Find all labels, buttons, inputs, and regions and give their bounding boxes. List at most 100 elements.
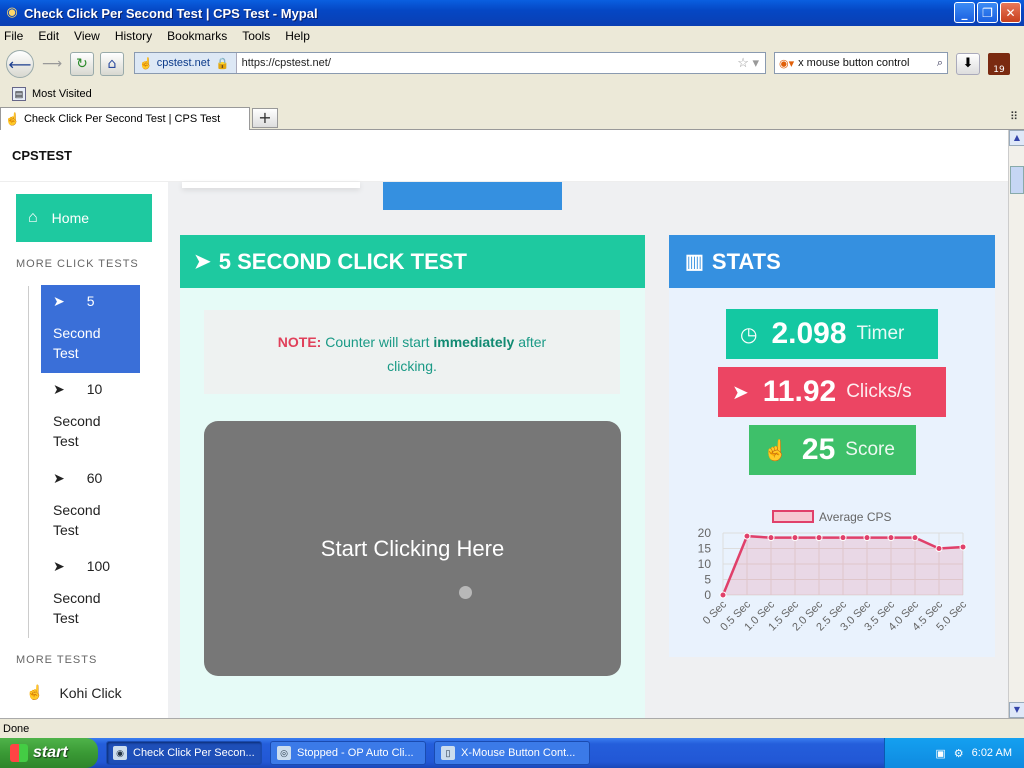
addon-icon[interactable]: 19 — [988, 53, 1010, 75]
sidebar-item-label: Second — [53, 502, 101, 518]
bookmark-star-icon[interactable]: ☆ ▾ — [737, 55, 765, 71]
top-card-remnant — [182, 182, 360, 188]
data-point — [743, 532, 751, 540]
scroll-down-icon[interactable]: ▼ — [1009, 702, 1024, 718]
y-tick-label: 5 — [704, 573, 711, 587]
sidebar-item-number: 60 — [86, 470, 103, 486]
sidebar-item-60-second[interactable]: ➤ 60 Second Test — [41, 462, 140, 550]
hand-pointer-icon: ☝ — [26, 684, 44, 700]
top-blue-button[interactable] — [383, 182, 562, 210]
menu-edit[interactable]: Edit — [38, 29, 59, 43]
maximize-button[interactable]: ❐ — [977, 2, 998, 23]
window-titlebar: ◉ Check Click Per Second Test | CPS Test… — [0, 0, 1024, 26]
url-bar[interactable]: ☝ cpstest.net 🔒 https://cpstest.net/ ☆ ▾ — [134, 52, 766, 74]
clock[interactable]: 6:02 AM — [972, 747, 1012, 759]
clock-icon: ◷ — [740, 323, 758, 346]
sidebar-item-label: Test — [53, 345, 79, 361]
cursor-icon: ➤ — [53, 470, 65, 486]
clicks-stat: ➤ 11.92 Clicks/s — [718, 367, 946, 417]
menu-file[interactable]: File — [4, 29, 23, 43]
addon-badge: 19 — [993, 65, 1005, 75]
taskbar-item-autoclicker[interactable]: ◎ Stopped - OP Auto Cli... — [270, 741, 426, 765]
bar-chart-icon: ▥ — [685, 251, 704, 273]
home-button[interactable]: ⌂ — [100, 52, 124, 76]
page-viewport: CPSTEST ⌂ Home MORE CLICK TESTS ➤ 5 Secon… — [0, 130, 1008, 718]
clicks-value: 11.92 — [762, 375, 837, 408]
click-area[interactable]: Start Clicking Here — [204, 421, 621, 676]
scroll-thumb[interactable] — [1010, 166, 1024, 194]
click-test-header: ➤ 5 SECOND CLICK TEST — [180, 235, 645, 288]
taskbar-item-xmouse[interactable]: ▯ X-Mouse Button Cont... — [434, 741, 590, 765]
sidebar-item-number: 5 — [86, 293, 95, 309]
scroll-up-icon[interactable]: ▲ — [1009, 130, 1024, 146]
tray-icon-shield[interactable]: ▣ — [935, 747, 945, 760]
back-button[interactable]: ⟵ — [6, 50, 34, 78]
search-bar[interactable]: ◉▾ x mouse button control ⌕ — [774, 52, 948, 74]
start-clicking-label: Start Clicking Here — [320, 535, 505, 561]
site-header: CPSTEST — [0, 130, 1008, 182]
xmouse-icon: ▯ — [441, 746, 455, 760]
data-point — [767, 534, 775, 542]
sidebar-item-number: 100 — [86, 558, 111, 574]
legend-swatch — [772, 510, 814, 523]
url-text[interactable]: https://cpstest.net/ — [237, 57, 738, 69]
sidebar-item-label: Test — [53, 433, 79, 449]
note-text: Counter will start — [325, 334, 430, 350]
score-stat: ☝ 25 Score — [749, 425, 916, 475]
stats-header: ▥ STATS — [669, 235, 995, 288]
tab-strip: ☝ Check Click Per Second Test | CPS Test… — [0, 106, 1024, 130]
sidebar-kohi-label: Kohi Click — [59, 684, 122, 701]
system-tray: ▣ ⚙ 6:02 AM — [884, 738, 1024, 768]
menu-bar: File Edit View History Bookmarks Tools H… — [0, 26, 1024, 46]
browser-icon: ◉ — [113, 746, 127, 760]
sidebar-item-label: Second — [53, 590, 101, 606]
start-button[interactable]: ⊞ start — [0, 738, 98, 768]
site-icon: ☝ — [139, 57, 153, 70]
search-engine-icon[interactable]: ◉▾ — [779, 57, 794, 70]
sidebar-item-home[interactable]: ⌂ Home — [16, 194, 152, 242]
search-input[interactable]: x mouse button control — [798, 57, 937, 69]
tray-icon-network[interactable]: ⚙ — [954, 747, 964, 760]
sidebar-item-kohi-click[interactable]: ☝ Kohi Click — [26, 684, 122, 701]
cursor-icon: ➤ — [53, 381, 65, 397]
menu-history[interactable]: History — [115, 29, 152, 43]
tab-list-icon[interactable]: ⠿ — [1010, 110, 1018, 123]
search-icon[interactable]: ⌕ — [937, 57, 943, 70]
click-test-title: 5 SECOND CLICK TEST — [218, 248, 467, 274]
sidebar-divider — [28, 286, 29, 638]
note-text-line2: clicking. — [387, 358, 437, 374]
forward-button[interactable]: ⟶ — [40, 52, 64, 76]
vertical-scrollbar[interactable]: ▲ ▼ — [1008, 130, 1024, 718]
menu-bookmarks[interactable]: Bookmarks — [167, 29, 227, 43]
most-visited-link[interactable]: Most Visited — [32, 88, 92, 100]
timer-label: Timer — [856, 323, 905, 344]
close-button[interactable]: ✕ — [1000, 2, 1021, 23]
tab-cpstest[interactable]: ☝ Check Click Per Second Test | CPS Test — [0, 107, 250, 130]
sidebar-item-10-second[interactable]: ➤ 10 Second Test — [41, 373, 140, 461]
taskbar-item-label: Stopped - OP Auto Cli... — [297, 747, 414, 759]
new-tab-button[interactable]: + — [252, 108, 278, 128]
taskbar: ⊞ start ◉ Check Click Per Secon... ◎ Sto… — [0, 738, 1024, 768]
data-point — [911, 534, 919, 542]
menu-view[interactable]: View — [74, 29, 100, 43]
sidebar-item-100-second[interactable]: ➤ 100 Second Test — [41, 550, 140, 638]
taskbar-item-browser[interactable]: ◉ Check Click Per Secon... — [106, 741, 262, 765]
sidebar-item-label: Second — [53, 413, 101, 429]
score-value: 25 — [801, 433, 836, 466]
data-point — [815, 534, 823, 542]
download-icon[interactable]: ⬇ — [956, 53, 980, 75]
most-visited-icon: ▤ — [12, 87, 26, 101]
site-identity[interactable]: ☝ cpstest.net 🔒 — [135, 53, 237, 73]
site-brand[interactable]: CPSTEST — [12, 148, 72, 163]
taskbar-item-label: Check Click Per Secon... — [133, 747, 255, 759]
reload-button[interactable]: ↻ — [70, 52, 94, 76]
browser-icon: ◉ — [6, 5, 18, 20]
sidebar-item-5-second[interactable]: ➤ 5 Second Test — [41, 285, 140, 373]
menu-help[interactable]: Help — [285, 29, 310, 43]
minimize-button[interactable]: _ — [954, 2, 975, 23]
menu-tools[interactable]: Tools — [242, 29, 270, 43]
status-text: Done — [3, 722, 30, 735]
average-cps-chart: Average CPS 20 15 10 5 0 0 Sec 0.5 Sec 1.0 Sec 1.… — [689, 497, 979, 647]
note-text-after: after — [518, 334, 547, 350]
start-label: start — [33, 744, 68, 761]
